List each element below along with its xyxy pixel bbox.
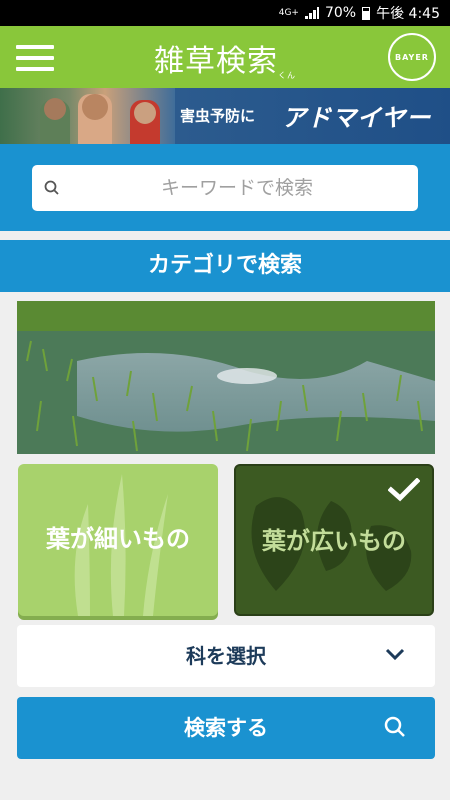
search-box[interactable]: [32, 165, 418, 211]
bayer-logo: BAYER: [388, 33, 436, 81]
search-section: [0, 144, 450, 231]
battery-icon: [362, 6, 371, 20]
banner-text: 害虫予防に: [180, 107, 256, 125]
battery-percent: 70%: [324, 5, 357, 21]
app-bar: 雑草検索くん BAYER: [0, 26, 450, 88]
ad-banner[interactable]: 害虫予防に アドマイヤー: [0, 88, 450, 144]
banner-brand: アドマイヤー: [282, 104, 432, 132]
banner-photo: [0, 88, 175, 144]
family-select[interactable]: 科を選択: [17, 625, 435, 687]
clock: 午後 4:45: [376, 6, 440, 22]
family-select-label: 科を選択: [186, 644, 266, 668]
search-icon: [44, 180, 59, 195]
search-button[interactable]: 検索する: [17, 697, 435, 759]
narrow-leaf-button[interactable]: 葉が細いもの: [18, 464, 218, 616]
rice-field-photo: [17, 301, 435, 454]
check-icon: [388, 478, 420, 502]
bayer-logo-text: BAYER: [395, 52, 429, 62]
narrow-leaf-label: 葉が細いもの: [46, 525, 190, 553]
search-button-label: 検索する: [184, 716, 268, 740]
network-indicator: 4G+: [278, 8, 299, 18]
hamburger-icon[interactable]: [16, 43, 56, 73]
signal-icon: [304, 7, 319, 19]
app-title: 雑草検索くん: [150, 36, 300, 81]
wide-leaf-button[interactable]: 葉が広いもの: [234, 464, 434, 616]
app-title-suffix: くん: [278, 71, 296, 80]
app-title-text: 雑草検索: [154, 44, 278, 79]
chevron-down-icon: [385, 648, 405, 661]
search-icon: [384, 716, 405, 737]
status-bar: 4G+ 70% 午後 4:45: [0, 0, 450, 26]
category-header: カテゴリで検索: [0, 240, 450, 292]
wide-leaf-label: 葉が広いもの: [262, 527, 406, 555]
search-input[interactable]: [72, 165, 402, 211]
